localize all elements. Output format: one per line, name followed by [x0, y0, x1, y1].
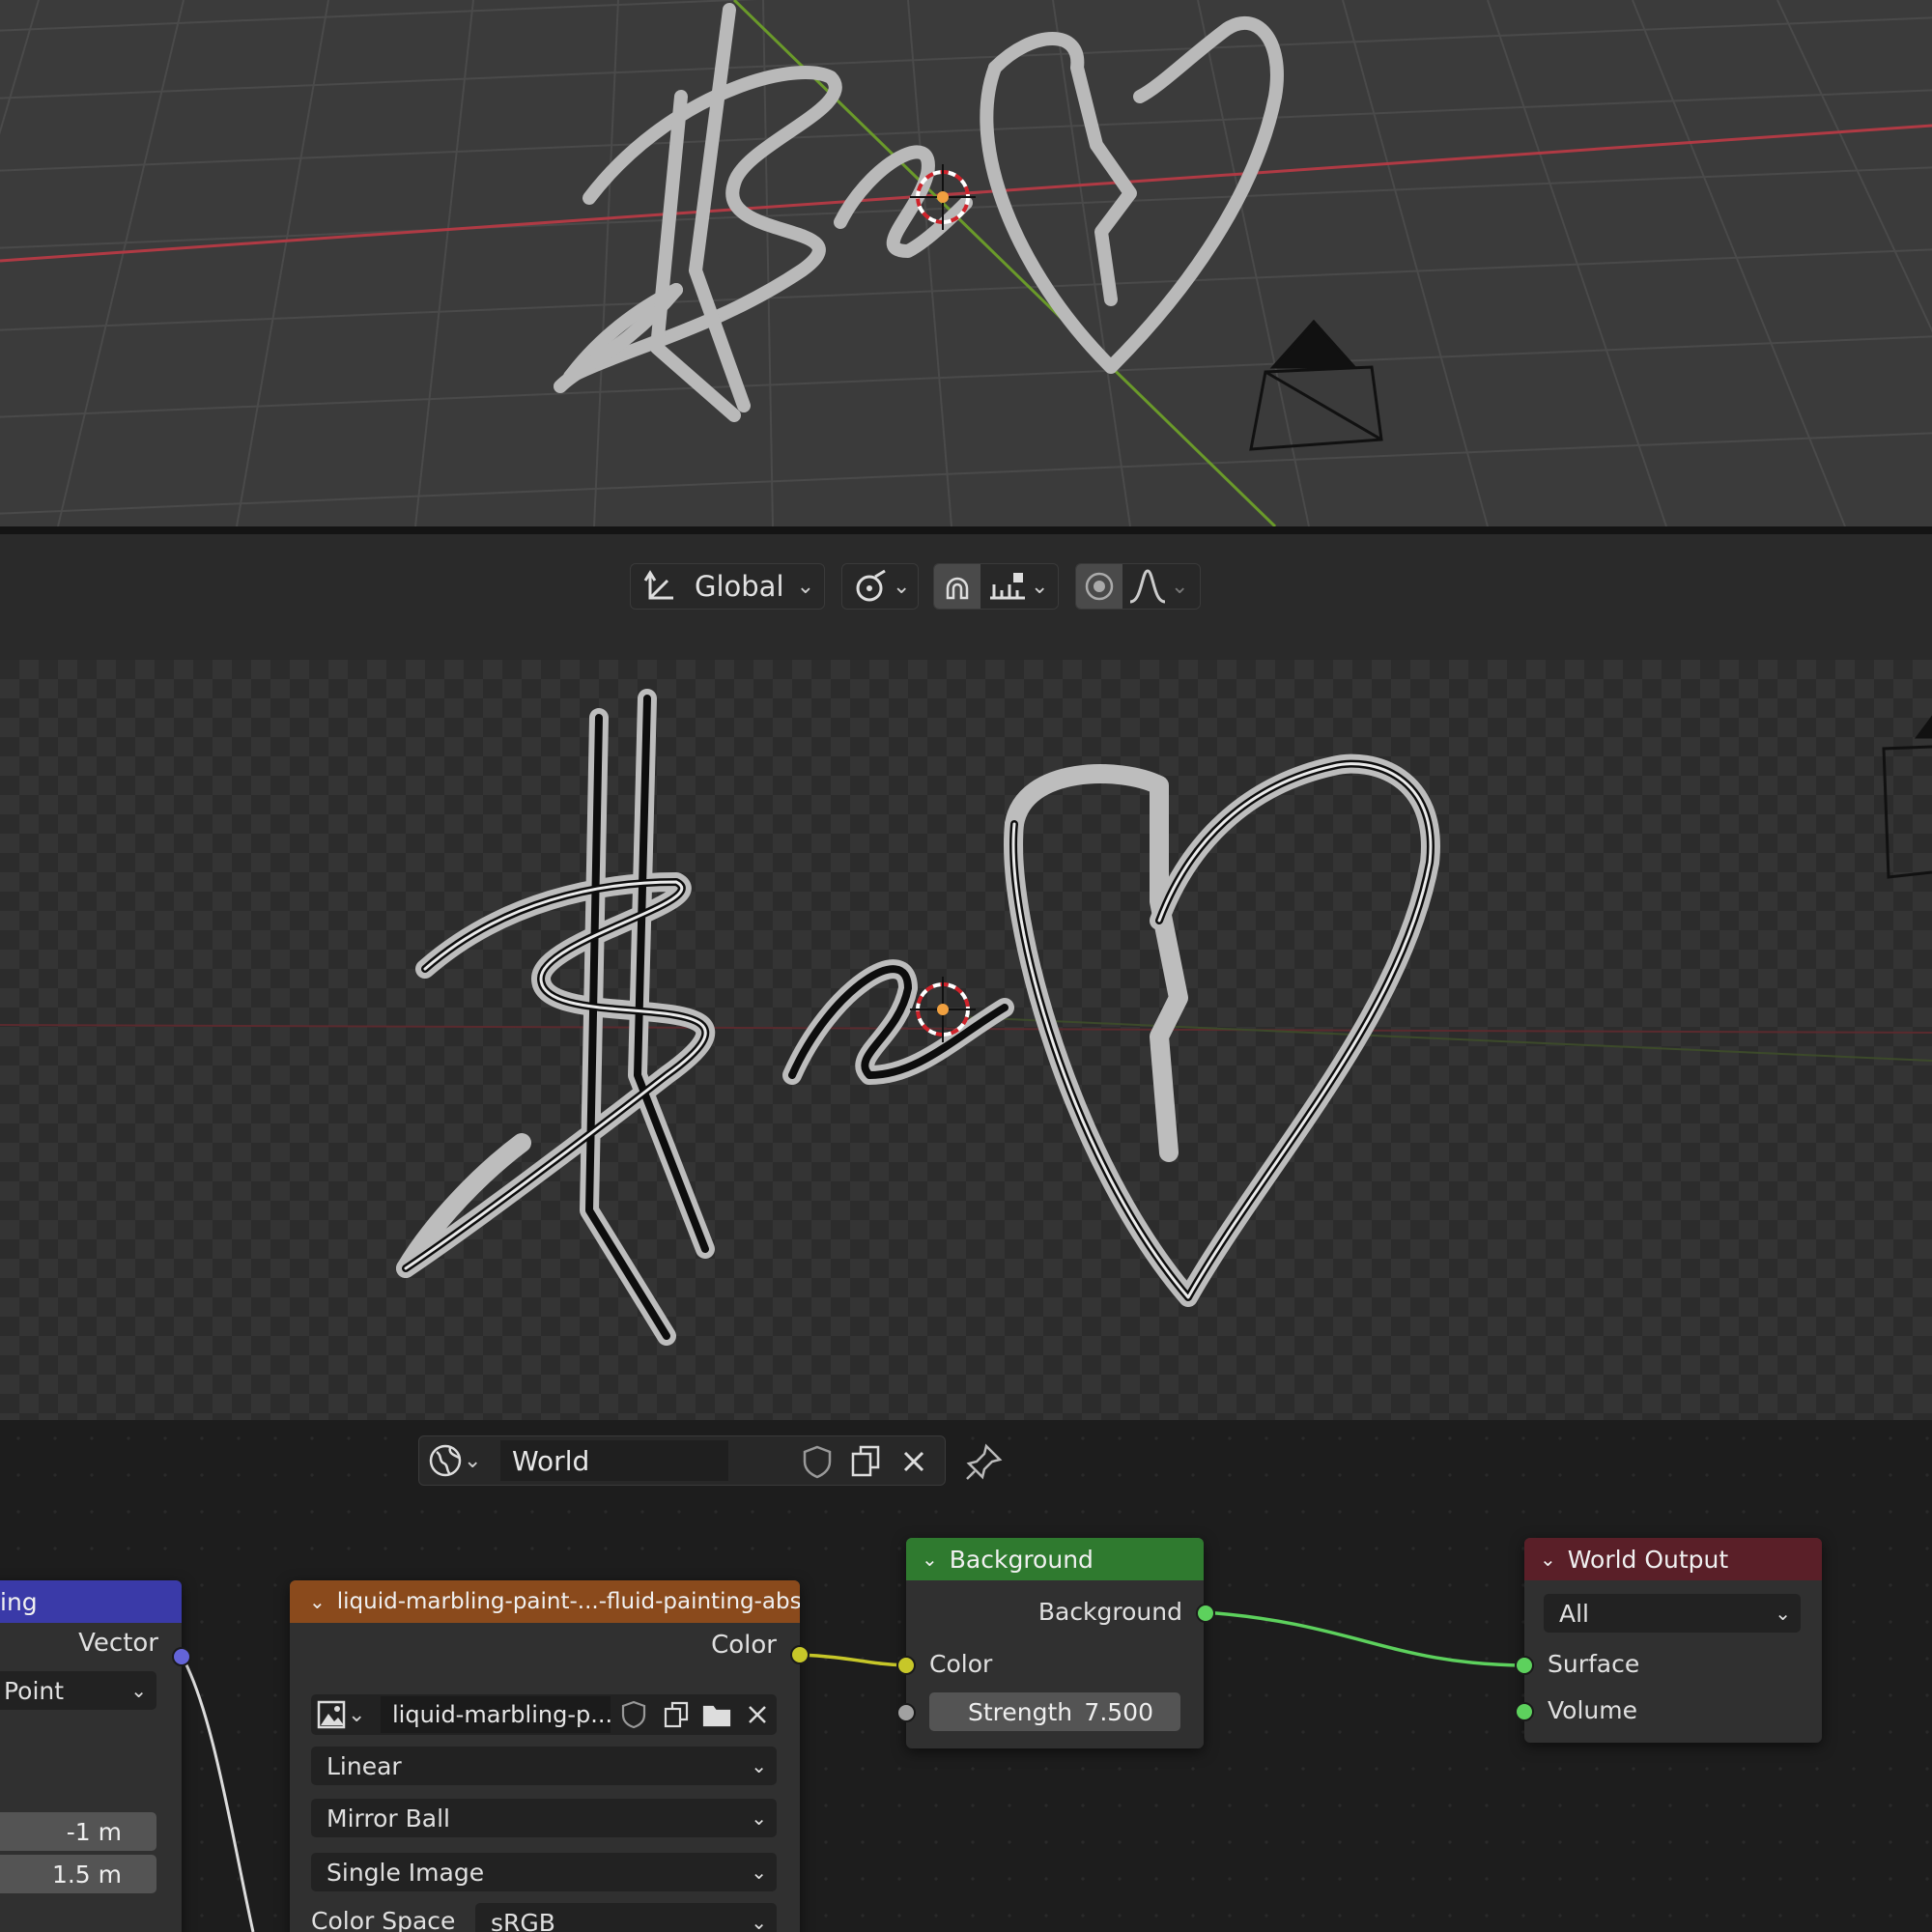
mapping-type-dropdown[interactable]: Point ⌄ [0, 1671, 156, 1710]
image-icon [317, 1700, 346, 1729]
world-browse-button[interactable]: ⌄ [427, 1440, 489, 1481]
duplicate-world-button[interactable] [844, 1442, 887, 1481]
chevron-down-icon: ⌄ [751, 1911, 767, 1932]
viewport-top[interactable] [0, 0, 1932, 526]
chevron-down-icon: ⌄ [1775, 1602, 1791, 1625]
viewport-render-canvas [0, 689, 1932, 1346]
y-axis-line [965, 1016, 1932, 1062]
world-datablock-selector[interactable]: ⌄ World [418, 1435, 946, 1486]
node-editor[interactable]: ⌄ World ing Vector Point ⌄ -1 m 1.5 m ⌄ … [0, 1420, 1932, 1932]
vector-output-label: Vector [78, 1629, 158, 1658]
color-input-socket[interactable] [896, 1656, 916, 1675]
image-fake-user-button[interactable] [614, 1696, 653, 1733]
world-name-field[interactable]: World [500, 1440, 728, 1481]
folder-icon [702, 1705, 731, 1727]
camera-object [1882, 715, 1932, 879]
output-target-value: All [1559, 1599, 1589, 1628]
3d-cursor-top[interactable] [910, 164, 976, 230]
shield-icon [621, 1700, 646, 1729]
vector-output-socket[interactable] [172, 1647, 191, 1666]
chevron-down-icon: ⌄ [751, 1754, 767, 1777]
interpolation-value: Linear [327, 1751, 402, 1780]
volume-input-label: Volume [1548, 1696, 1637, 1724]
shield-icon [803, 1445, 832, 1479]
strength-label: Strength [968, 1697, 1073, 1726]
location-z-field[interactable]: 1.5 m [0, 1855, 156, 1893]
source-dropdown[interactable]: Single Image ⌄ [311, 1853, 777, 1891]
mapping-node-header[interactable]: ing [0, 1580, 182, 1623]
background-node-title: Background [949, 1545, 1094, 1574]
chevron-down-icon: ⌄ [922, 1548, 938, 1571]
color-output-socket[interactable] [790, 1645, 810, 1664]
surface-input-socket[interactable] [1515, 1656, 1534, 1675]
source-value: Single Image [327, 1858, 485, 1887]
color-space-dropdown[interactable]: sRGB ⌄ [475, 1903, 777, 1932]
volume-input-socket[interactable] [1515, 1702, 1534, 1721]
chevron-down-icon: ⌄ [751, 1806, 767, 1830]
link-background-surface [1204, 1610, 1525, 1667]
color-space-label: Color Space [311, 1907, 456, 1932]
close-icon [903, 1451, 924, 1472]
world-globe-icon [429, 1444, 462, 1477]
surface-input-label: Surface [1548, 1650, 1640, 1678]
fake-user-button[interactable] [796, 1442, 838, 1481]
location-y-value: -1 m [66, 1817, 122, 1846]
background-node[interactable]: ⌄ Background Background Color Strength 7… [906, 1538, 1204, 1748]
image-name-field[interactable]: liquid-marbling-p... [381, 1696, 611, 1733]
duplicate-icon [664, 1701, 689, 1728]
pin-icon [966, 1443, 1003, 1480]
color-space-value: sRGB [491, 1908, 555, 1932]
world-output-node[interactable]: ⌄ World Output All ⌄ Surface Volume [1524, 1538, 1822, 1743]
image-texture-node-title: liquid-marbling-paint-...-fluid-painting… [336, 1589, 800, 1614]
color-output-label: Color [711, 1631, 777, 1660]
unlink-world-button[interactable] [893, 1442, 935, 1481]
area-divider[interactable] [0, 526, 1932, 534]
mapping-node[interactable]: ing Vector Point ⌄ -1 m 1.5 m [0, 1580, 182, 1932]
world-output-node-title: World Output [1567, 1545, 1729, 1574]
strength-input-socket[interactable] [896, 1703, 916, 1722]
pin-button[interactable] [962, 1439, 1007, 1484]
open-image-button[interactable] [697, 1696, 736, 1733]
image-texture-node-header[interactable]: ⌄ liquid-marbling-paint-...-fluid-painti… [290, 1580, 800, 1623]
image-texture-node[interactable]: ⌄ liquid-marbling-paint-...-fluid-painti… [290, 1580, 800, 1932]
projection-value: Mirror Ball [327, 1804, 450, 1833]
color-input-label: Color [929, 1650, 993, 1678]
viewport-top-canvas [0, 0, 1932, 526]
strength-value: 7.500 [1084, 1697, 1153, 1726]
close-icon [749, 1706, 766, 1723]
mapping-type-value: Point [4, 1676, 65, 1705]
projection-dropdown[interactable]: Mirror Ball ⌄ [311, 1799, 777, 1837]
floor-grid [0, 0, 1932, 526]
background-output-socket[interactable] [1196, 1604, 1215, 1623]
strength-field[interactable]: Strength 7.500 [929, 1692, 1180, 1731]
chevron-down-icon: ⌄ [1540, 1548, 1556, 1571]
chevron-down-icon: ⌄ [751, 1861, 767, 1884]
location-y-field[interactable]: -1 m [0, 1812, 156, 1851]
duplicate-icon [851, 1445, 880, 1477]
link-mapping-vector [180, 1655, 255, 1932]
image-datablock-selector[interactable]: ⌄ liquid-marbling-p... [311, 1694, 777, 1735]
world-output-node-header[interactable]: ⌄ World Output [1524, 1538, 1822, 1580]
viewport-render[interactable]: Global ⌄ ⌄ ⌄ ⌄ [0, 534, 1932, 1420]
chevron-down-icon: ⌄ [309, 1590, 326, 1613]
image-browse-button[interactable]: ⌄ [315, 1696, 377, 1733]
image-duplicate-button[interactable] [657, 1696, 696, 1733]
chevron-down-icon: ⌄ [130, 1679, 147, 1702]
mapping-node-title: ing [0, 1587, 38, 1616]
unlink-image-button[interactable] [738, 1696, 777, 1733]
chevron-down-icon: ⌄ [464, 1448, 482, 1473]
chevron-down-icon: ⌄ [348, 1702, 366, 1727]
output-target-dropdown[interactable]: All ⌄ [1544, 1594, 1801, 1633]
location-z-value: 1.5 m [51, 1860, 122, 1889]
background-output-label: Background [1037, 1598, 1182, 1626]
link-color [799, 1653, 907, 1667]
background-node-header[interactable]: ⌄ Background [906, 1538, 1204, 1580]
interpolation-dropdown[interactable]: Linear ⌄ [311, 1747, 777, 1785]
